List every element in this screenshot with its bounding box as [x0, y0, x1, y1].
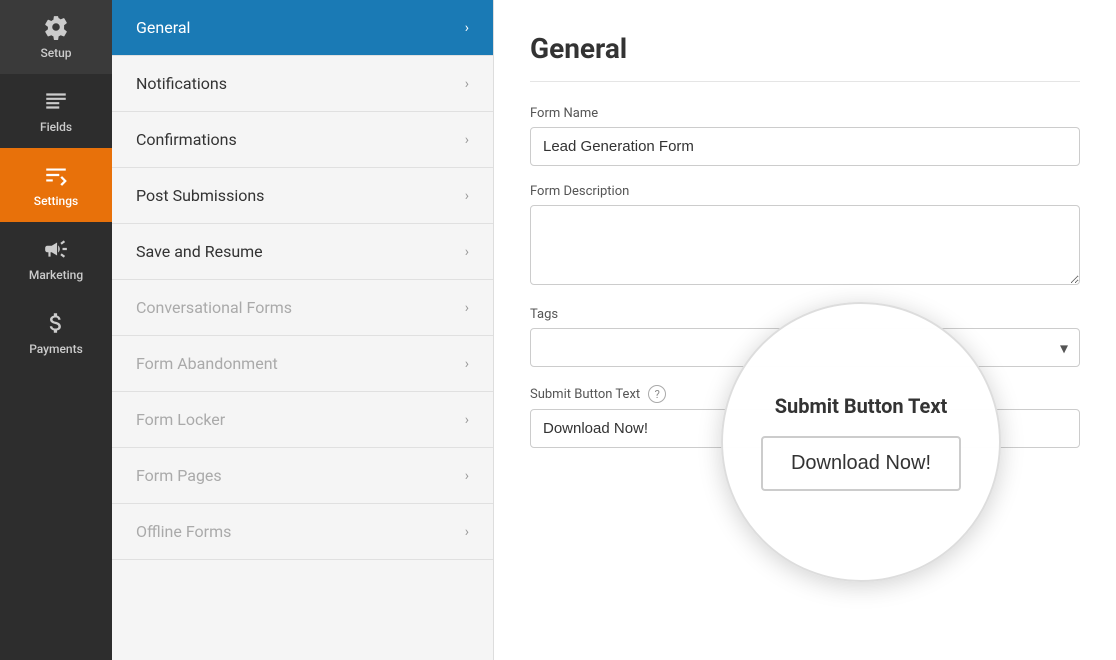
gear-icon [43, 14, 69, 40]
nav-item-marketing-label: Marketing [29, 268, 83, 282]
form-name-label: Form Name [530, 106, 1080, 121]
nav-item-fields[interactable]: Fields [0, 74, 112, 148]
sidebar-item-form-abandonment-label: Form Abandonment [136, 354, 278, 373]
sidebar-item-post-submissions-label: Post Submissions [136, 186, 264, 205]
sidebar-item-form-locker-label: Form Locker [136, 410, 225, 429]
nav-item-settings[interactable]: Settings [0, 148, 112, 222]
icon-nav: Setup Fields Settings Marketing Payments [0, 0, 112, 660]
chevron-right-icon: › [465, 188, 469, 204]
chevron-right-icon: › [465, 524, 469, 540]
sidebar-item-general-label: General [136, 18, 190, 37]
sidebar-item-form-pages[interactable]: Form Pages › [112, 448, 493, 504]
chevron-right-icon: › [465, 20, 469, 36]
main-panel: General Form Name Form Description Tags … [494, 0, 1116, 660]
sidebar-item-offline-forms-label: Offline Forms [136, 522, 231, 541]
chevron-right-icon: › [465, 356, 469, 372]
sidebar-item-confirmations-label: Confirmations [136, 130, 237, 149]
page-title: General [530, 32, 1080, 65]
sidebar-item-form-pages-label: Form Pages [136, 466, 222, 485]
sidebar-item-save-and-resume[interactable]: Save and Resume › [112, 224, 493, 280]
magnifier-overlay: Submit Button Text Download Now! [721, 302, 1001, 582]
sidebar-item-notifications-label: Notifications [136, 74, 227, 93]
fields-icon [43, 88, 69, 114]
sidebar-item-conversational-forms[interactable]: Conversational Forms › [112, 280, 493, 336]
nav-item-fields-label: Fields [40, 120, 72, 134]
sidebar-item-form-locker[interactable]: Form Locker › [112, 392, 493, 448]
sidebar-item-post-submissions[interactable]: Post Submissions › [112, 168, 493, 224]
chevron-right-icon: › [465, 76, 469, 92]
form-description-label: Form Description [530, 184, 1080, 199]
sidebar-item-confirmations[interactable]: Confirmations › [112, 112, 493, 168]
nav-item-payments[interactable]: Payments [0, 296, 112, 370]
sidebar-item-save-and-resume-label: Save and Resume [136, 242, 263, 261]
magnifier-submit-label: Submit Button Text [775, 394, 948, 418]
form-description-input[interactable] [530, 205, 1080, 285]
nav-item-setup[interactable]: Setup [0, 0, 112, 74]
chevron-right-icon: › [465, 412, 469, 428]
chevron-right-icon: › [465, 244, 469, 260]
title-divider [530, 81, 1080, 82]
sidebar-item-general[interactable]: General › [112, 0, 493, 56]
chevron-right-icon: › [465, 132, 469, 148]
help-icon[interactable]: ? [648, 385, 666, 403]
chevron-right-icon: › [465, 300, 469, 316]
nav-item-setup-label: Setup [40, 46, 71, 60]
submit-button-text-label: Submit Button Text [530, 387, 640, 402]
sidebar-item-form-abandonment[interactable]: Form Abandonment › [112, 336, 493, 392]
sidebar-item-offline-forms[interactable]: Offline Forms › [112, 504, 493, 560]
nav-item-settings-label: Settings [34, 194, 78, 208]
sidebar-menu: General › Notifications › Confirmations … [112, 0, 494, 660]
nav-item-payments-label: Payments [29, 342, 83, 356]
chevron-right-icon: › [465, 468, 469, 484]
nav-item-marketing[interactable]: Marketing [0, 222, 112, 296]
marketing-icon [43, 236, 69, 262]
form-name-input[interactable] [530, 127, 1080, 166]
magnifier-download-button[interactable]: Download Now! [761, 436, 961, 491]
payments-icon [43, 310, 69, 336]
sidebar-item-notifications[interactable]: Notifications › [112, 56, 493, 112]
sidebar-item-conversational-forms-label: Conversational Forms [136, 298, 292, 317]
settings-icon [43, 162, 69, 188]
